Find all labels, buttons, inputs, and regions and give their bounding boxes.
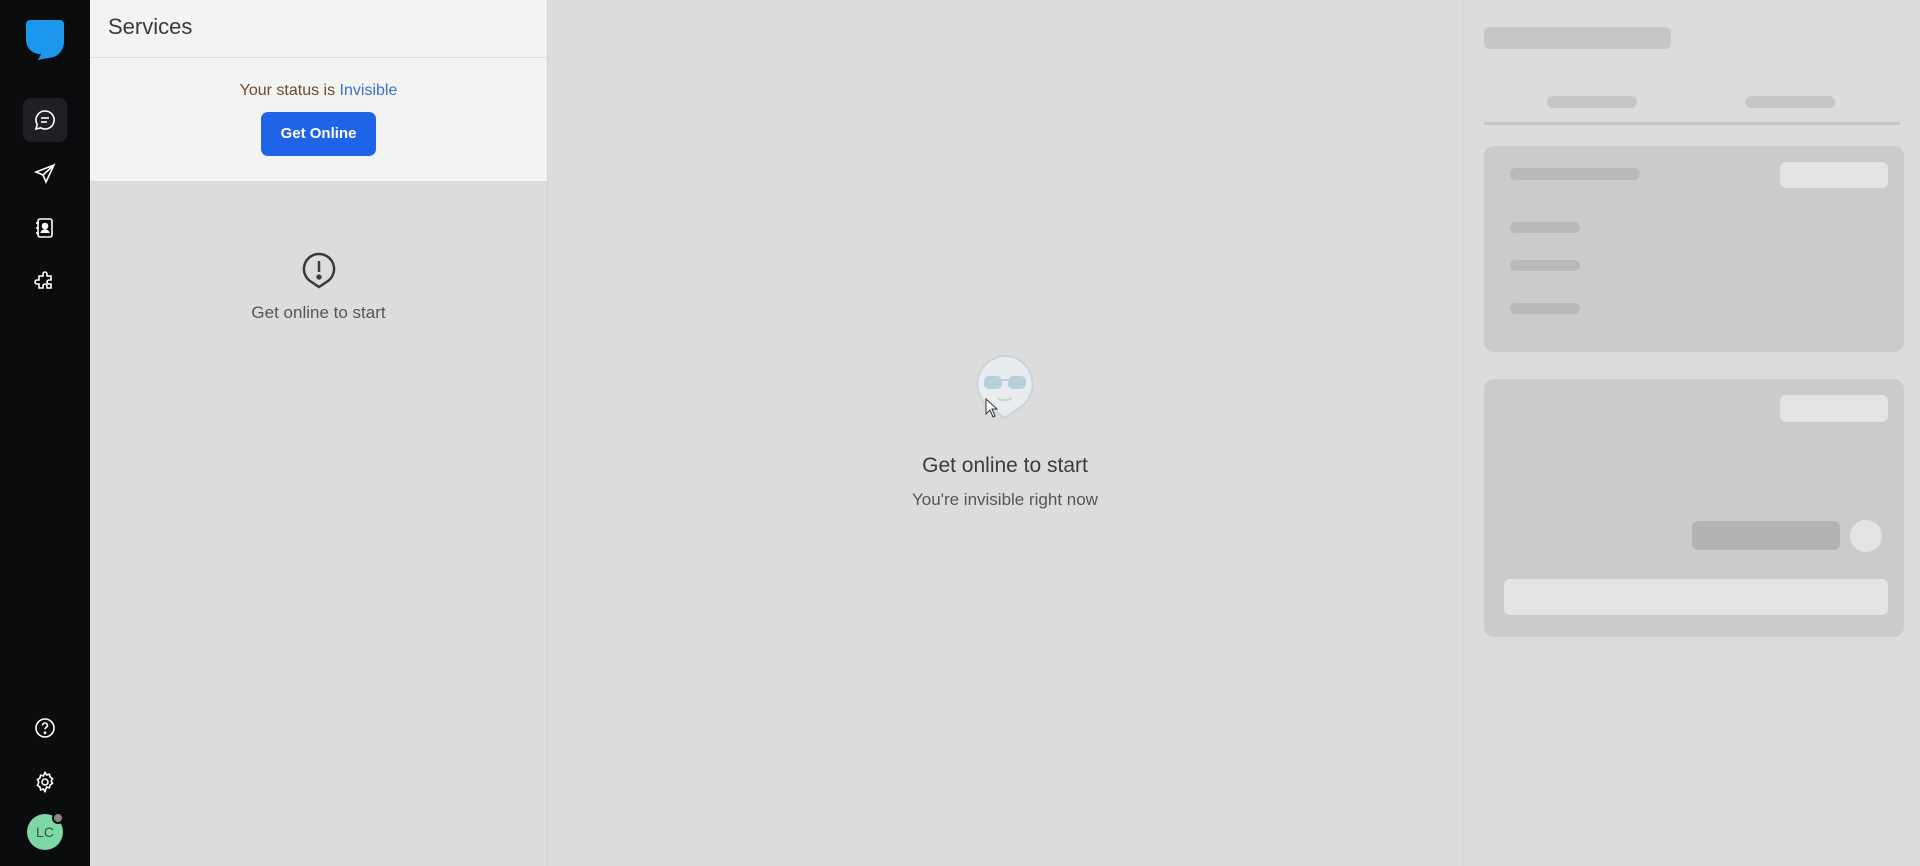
puzzle-icon — [34, 271, 52, 289]
skeleton-line — [1692, 521, 1840, 550]
skeleton-line — [1510, 222, 1580, 233]
skeleton-line — [1510, 260, 1580, 271]
main-conversation-area: Get online to start You're invisible rig… — [548, 0, 1462, 866]
status-value: Invisible — [339, 82, 398, 99]
services-title: Services — [90, 0, 547, 58]
help-circle-icon — [35, 718, 55, 738]
chat-bubble-icon — [34, 110, 55, 131]
mouse-cursor-icon — [985, 398, 999, 418]
get-online-button[interactable]: Get Online — [261, 112, 376, 156]
skeleton-avatar — [1850, 520, 1882, 552]
skeleton-line — [1510, 168, 1640, 180]
rail-item-campaigns[interactable] — [23, 152, 67, 196]
rail-item-contacts[interactable] — [23, 206, 67, 250]
skeleton-card — [1484, 379, 1904, 637]
rail-item-help[interactable] — [23, 706, 67, 750]
skeleton-button — [1780, 395, 1888, 422]
app-logo-icon[interactable] — [24, 16, 66, 62]
rail-item-chats[interactable] — [23, 98, 67, 142]
avatar-initials: LC — [36, 824, 54, 840]
services-empty-text: Get online to start — [251, 303, 386, 322]
presence-status-dot — [52, 812, 64, 824]
skeleton-line — [1510, 303, 1580, 314]
details-skeleton-panel — [1462, 0, 1920, 866]
center-title: Get online to start — [922, 454, 1088, 477]
gear-icon — [36, 770, 54, 794]
skeleton-divider — [1484, 122, 1900, 125]
sunglasses-face-icon — [976, 354, 1034, 420]
skeleton-tab — [1745, 96, 1835, 108]
skeleton-tab — [1547, 96, 1637, 108]
services-empty-state: Get online to start — [90, 182, 547, 323]
rail-item-integrations[interactable] — [23, 260, 67, 304]
status-panel: Your status is Invisible Get Online — [90, 58, 547, 182]
alert-bubble-icon — [302, 252, 335, 289]
left-rail: LC — [0, 0, 90, 866]
services-panel: Services Your status is Invisible Get On… — [90, 0, 548, 866]
skeleton-input — [1504, 579, 1888, 615]
paper-plane-icon — [33, 163, 56, 184]
center-subtitle: You're invisible right now — [912, 490, 1098, 509]
skeleton-button — [1780, 162, 1888, 188]
skeleton-title — [1484, 27, 1671, 49]
skeleton-card — [1484, 146, 1904, 352]
status-prefix: Your status is — [239, 82, 336, 99]
rail-item-settings[interactable] — [23, 760, 67, 804]
status-line: Your status is Invisible — [90, 82, 547, 100]
contact-book-icon — [36, 218, 53, 238]
